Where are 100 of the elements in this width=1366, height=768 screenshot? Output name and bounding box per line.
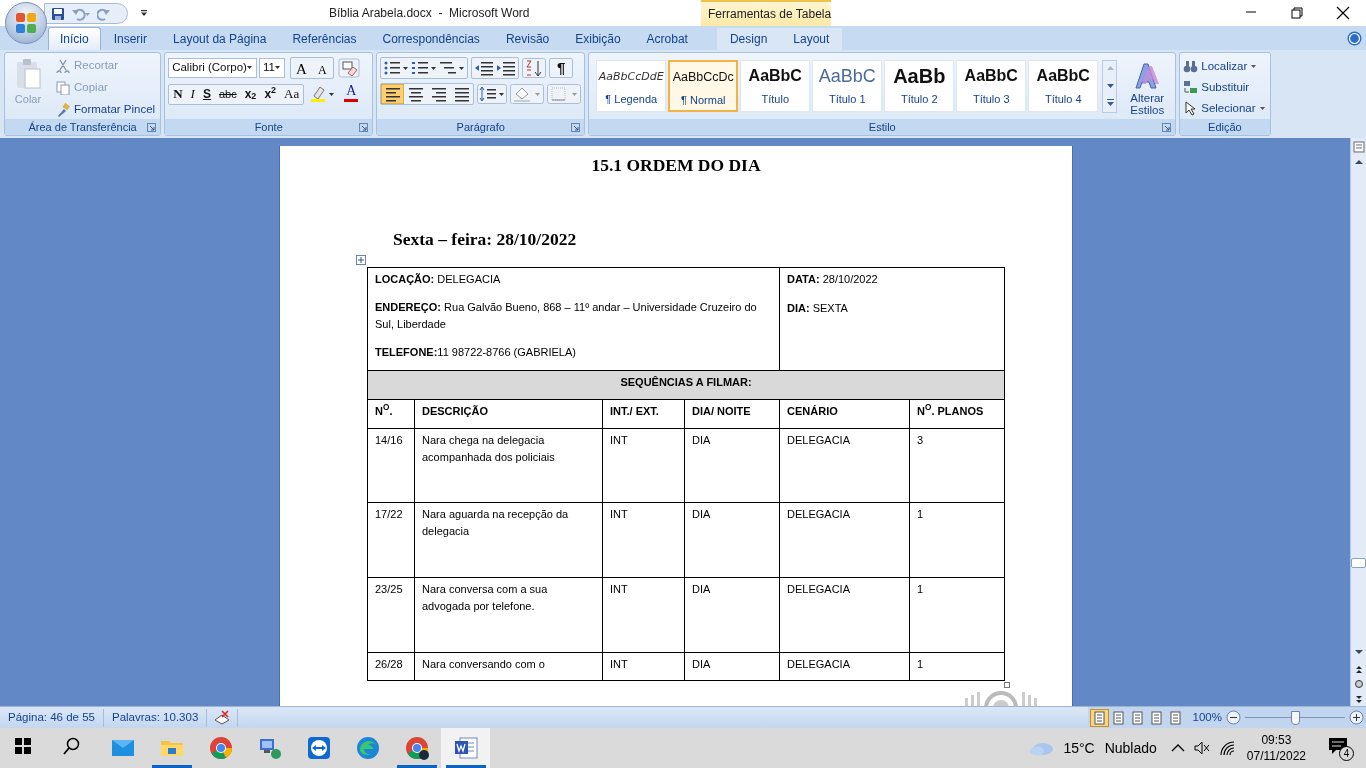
previous-page-icon[interactable] [1353,663,1364,676]
wifi-icon[interactable] [1218,740,1237,756]
table-cell: DIA [684,652,780,680]
scroll-thumb[interactable] [1351,558,1366,569]
weather-condition[interactable]: Nublado [1104,737,1157,759]
table-cell: DELEGACIA [779,652,910,680]
clipboard-button[interactable]: Formatar Pincel [54,100,158,119]
format-button[interactable]: N [169,84,187,104]
format-button[interactable]: Aa [280,84,304,104]
ribbon-tab[interactable]: Layout [780,28,843,50]
shrink-font-button[interactable]: A [311,58,333,78]
group-label: Edição [1208,119,1242,135]
line-spacing-icon[interactable] [477,84,508,104]
zoom-in-icon[interactable] [1349,710,1364,725]
copy-icon [56,80,70,95]
ribbon-tab[interactable]: Design [716,28,781,50]
ribbon-tab[interactable]: Acrobat [633,28,701,50]
table-cell: DIA [684,577,780,652]
grow-font-button[interactable]: A [290,58,312,78]
browser-icon[interactable] [404,736,429,760]
table-cell: Nara chega na delegacia acompanhada dos policiais [414,428,603,502]
info-line: ENDEREÇO: Rua Galvão Bueno, 868 – 11º andar – Universidade Cruzeiro do Sul, Liberdade [375,299,758,332]
format-button[interactable]: I [186,84,199,104]
dialog-launcher-icon[interactable] [359,123,369,132]
style-tile[interactable]: AaBbC Título 1 [812,60,883,112]
style-tile[interactable]: AaBb Título 2 [884,60,955,112]
save-icon[interactable] [51,6,65,21]
table-cell: DELEGACIA [779,577,910,652]
window-title: Bíblia Arabela.docx - Microsoft Word [329,5,531,22]
style-tile[interactable]: AaBbCcDc ¶ Normal [668,60,739,112]
style-name: ¶ Normal [681,93,726,108]
office-button[interactable] [5,2,47,44]
style-tile[interactable]: AaBbC Título 3 [956,60,1027,112]
style-name: Título 3 [972,92,1010,107]
print-layout-icon[interactable] [1089,708,1109,727]
format-button[interactable]: S [198,84,215,104]
ribbon-tab[interactable]: Inserir [100,28,161,50]
format-button[interactable]: abc [214,84,241,104]
format-button[interactable]: x$^{2}$ [260,84,281,104]
style-preview: AaBbC [748,66,802,86]
browse-object-icon[interactable] [1353,679,1364,690]
temperature[interactable]: 15°C [1063,737,1095,759]
style-name: Título [761,92,789,107]
scissors-icon [56,58,70,73]
zoom-slider-thumb[interactable] [1291,710,1300,725]
page-count[interactable]: Página: 46 de 55 [0,708,103,727]
dialog-launcher-icon[interactable] [1162,123,1172,132]
show-formatting-button[interactable]: ¶ [549,58,574,78]
table-resize-handle-icon[interactable] [1004,681,1010,688]
zoom-out-icon[interactable] [1226,710,1241,725]
align-left-icon[interactable] [381,84,405,104]
ribbon-tab[interactable]: Exibição [562,28,634,50]
column-header: DIA/ NOITE [684,399,780,428]
style-tile[interactable]: AaBbCcDdE ¶ Legenda [596,60,667,112]
style-tile[interactable]: AaBbC Título 4 [1028,60,1099,112]
ribbon-tab[interactable]: Revisão [492,28,563,50]
group-label: Área de Transferência [28,119,137,135]
editing-button[interactable]: Localizar [1183,56,1259,77]
font-size-field[interactable]: 11 [258,58,285,78]
customize-toolbar-icon[interactable] [140,9,148,17]
style-preview: AaBbCcDc [672,68,734,86]
running-indicator [151,765,192,768]
help-icon[interactable] [1347,31,1362,46]
dropdown-caret-icon [1258,106,1267,111]
table-move-handle-icon[interactable] [356,254,366,265]
arrows-app-icon[interactable] [306,736,331,760]
editing-button[interactable]: Selecionar [1183,98,1267,119]
sort-icon[interactable] [522,58,547,78]
speaker-muted-icon[interactable] [1192,740,1211,756]
table-cell: 3 [909,428,1005,502]
close-icon[interactable] [1336,6,1350,20]
word-document-icon[interactable] [453,736,478,760]
chevron-up-icon[interactable] [1170,743,1185,753]
clock-time[interactable]: 09:53 [1261,732,1292,748]
style-tile[interactable]: AaBbC Título [740,60,811,112]
word-count[interactable]: Palavras: 10.303 [103,708,207,727]
restore-icon[interactable] [1290,6,1304,20]
table-cell: INT [602,502,685,577]
format-button[interactable]: x$_{2}$ [240,84,261,104]
proofing-icon[interactable] [213,709,232,726]
ribbon-tab[interactable]: Correspondências [369,28,493,50]
table-cell: INT [602,577,685,652]
font-color-button[interactable]: A [341,84,370,104]
ribbon-tab[interactable]: Layout da Página [160,28,280,50]
editing-button[interactable]: Substituir [1183,77,1250,98]
remote-desktop-icon[interactable] [257,736,282,760]
font-name-field[interactable]: Calibri (Corpo) [168,58,257,78]
ribbon-tab[interactable]: Referências [279,28,370,50]
dialog-launcher-icon[interactable] [571,123,581,132]
zoom-level[interactable]: 100% [1192,708,1222,727]
zoom-slider[interactable] [1245,710,1345,725]
ribbon-tab[interactable]: Início [48,27,101,50]
group-label: Fonte [254,119,283,135]
change-styles-button[interactable]: Alterar Estilos [1122,60,1173,116]
clock-date[interactable]: 07/11/2022 [1246,748,1306,764]
clear-formatting-icon[interactable] [337,58,360,78]
ruler-toggle-icon[interactable] [1352,140,1365,154]
column-header: N$^{O}$. [367,399,415,428]
style-name: Título 1 [828,92,866,107]
dialog-launcher-icon[interactable] [147,123,157,132]
